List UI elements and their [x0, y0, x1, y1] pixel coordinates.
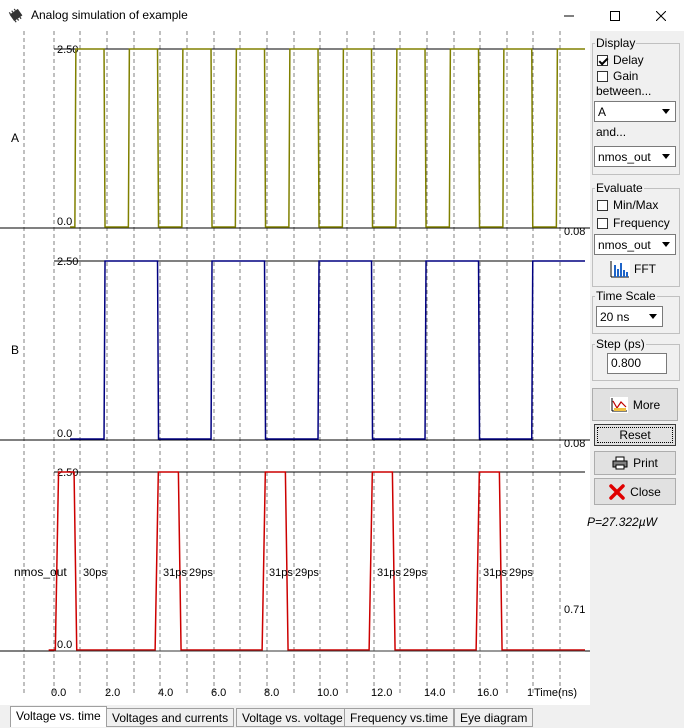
- close-icon: [656, 10, 666, 21]
- right-value-label: 0.08: [564, 438, 585, 450]
- delay-label: 29ps: [509, 567, 533, 579]
- delay-label: Delay: [613, 53, 644, 67]
- power-readout: P=27.322µW: [587, 515, 657, 529]
- tab-voltage-vs-voltage[interactable]: Voltage vs. voltage: [236, 708, 349, 727]
- and-select[interactable]: nmos_out: [594, 146, 676, 167]
- print-label: Print: [633, 456, 658, 470]
- step-legend: Step (ps): [596, 337, 645, 351]
- y-min-label: 0.0: [57, 639, 72, 651]
- minimize-icon: [564, 15, 574, 16]
- delay-checkbox-box: [597, 54, 608, 66]
- waveform-plot-area[interactable]: 2.50 0.0 A 0.08 2.50 0.0 B 0.08 2.50 0.0 nmos_out 3…: [0, 31, 590, 705]
- delay-label: 31ps: [377, 567, 401, 579]
- and-select-value: nmos_out: [598, 150, 651, 164]
- close-button[interactable]: Close: [594, 478, 676, 505]
- waveform-a: [70, 48, 585, 228]
- chevron-down-icon: [658, 148, 674, 165]
- waveform-nmos-out: [48, 471, 585, 651]
- time-scale-legend: Time Scale: [596, 289, 656, 303]
- trace-label: nmos_out: [14, 565, 67, 579]
- tab-frequency-vs-time[interactable]: Frequency vs.time: [344, 708, 455, 727]
- more-label: More: [632, 397, 661, 412]
- x-tick-label: 0.0: [51, 687, 66, 699]
- and-label: and...: [596, 125, 627, 139]
- maximize-button[interactable]: [592, 0, 638, 31]
- evaluate-legend: Evaluate: [596, 181, 643, 195]
- chart-icon: [609, 396, 628, 413]
- x-tick-label: 16.0: [477, 687, 498, 699]
- right-value-label: 0.71: [564, 604, 585, 616]
- printer-icon: [612, 456, 628, 470]
- gain-label: Gain: [613, 69, 639, 83]
- x-axis-unit-label: Time(ns): [534, 687, 577, 699]
- evaluate-signal-value: nmos_out: [598, 238, 651, 252]
- minmax-label: Min/Max: [613, 198, 659, 212]
- time-scale-select[interactable]: 20 ns: [596, 306, 663, 327]
- frequency-label: Frequency: [613, 216, 670, 230]
- fft-label: FFT: [634, 262, 656, 276]
- title-bar: Analog simulation of example: [0, 0, 684, 31]
- chevron-down-icon: [645, 308, 661, 325]
- x-tick-label: 2.0: [105, 687, 120, 699]
- x-tick-label: 6.0: [211, 687, 226, 699]
- right-value-label: 0.08: [564, 226, 585, 238]
- delay-label: 31ps: [483, 567, 507, 579]
- evaluate-signal-select[interactable]: nmos_out: [594, 234, 676, 255]
- x-tick-label: 10.0: [317, 687, 338, 699]
- window-title: Analog simulation of example: [31, 8, 188, 22]
- x-tick-label: 1: [527, 687, 533, 699]
- time-scale-value: 20 ns: [600, 310, 630, 324]
- y-max-label: 2.50: [57, 467, 78, 479]
- chevron-down-icon: [658, 236, 674, 253]
- x-tick-label: 8.0: [264, 687, 279, 699]
- reset-button[interactable]: Reset: [594, 424, 676, 446]
- fft-icon: [610, 260, 630, 278]
- between-select[interactable]: A: [594, 101, 676, 122]
- y-min-label: 0.0: [57, 428, 72, 440]
- between-select-value: A: [598, 105, 607, 119]
- close-label: Close: [630, 484, 661, 499]
- between-label: between...: [596, 84, 652, 98]
- tab-bar: Voltage vs. time Voltages and currents V…: [0, 705, 684, 728]
- delay-label: 30ps: [83, 567, 107, 579]
- more-button[interactable]: More: [592, 388, 678, 421]
- delay-label: 29ps: [189, 567, 213, 579]
- minmax-checkbox-box: [597, 199, 608, 211]
- gain-checkbox-box: [597, 70, 608, 82]
- trace-label: A: [11, 131, 19, 145]
- x-tick-label: 12.0: [371, 687, 392, 699]
- delay-label: 31ps: [269, 567, 293, 579]
- chevron-down-icon: [658, 103, 674, 120]
- gain-checkbox[interactable]: Gain: [597, 69, 638, 83]
- waveform-b: [70, 260, 585, 440]
- frequency-checkbox-box: [597, 217, 608, 229]
- delay-label: 29ps: [403, 567, 427, 579]
- print-button[interactable]: Print: [594, 451, 676, 475]
- control-panel: Display Delay Gain between... A and... n…: [587, 31, 684, 705]
- fft-button[interactable]: FFT: [610, 260, 656, 278]
- maximize-icon: [610, 10, 620, 21]
- red-x-icon: [609, 483, 625, 500]
- tab-voltages-and-currents[interactable]: Voltages and currents: [106, 708, 235, 727]
- y-min-label: 0.0: [57, 216, 72, 228]
- minimize-button[interactable]: [546, 0, 592, 31]
- tab-voltage-vs-time[interactable]: Voltage vs. time: [10, 706, 107, 727]
- y-max-label: 2.50: [57, 256, 78, 268]
- close-window-button[interactable]: [638, 0, 684, 31]
- display-legend: Display: [596, 36, 636, 50]
- delay-checkbox[interactable]: Delay: [597, 53, 644, 67]
- frequency-checkbox[interactable]: Frequency: [597, 216, 670, 230]
- chip-icon: [8, 8, 23, 23]
- tab-eye-diagram[interactable]: Eye diagram: [454, 708, 534, 727]
- trace-label: B: [11, 343, 19, 357]
- delay-label: 31ps: [163, 567, 187, 579]
- step-input[interactable]: 0.800: [607, 353, 667, 374]
- waveform-plot: 2.500.0A0.082.500.0B0.082.500.0nmos_out 3…: [0, 31, 590, 699]
- delay-label: 29ps: [295, 567, 319, 579]
- x-tick-label: 14.0: [424, 687, 445, 699]
- x-tick-label: 4.0: [158, 687, 173, 699]
- minmax-checkbox[interactable]: Min/Max: [597, 198, 658, 212]
